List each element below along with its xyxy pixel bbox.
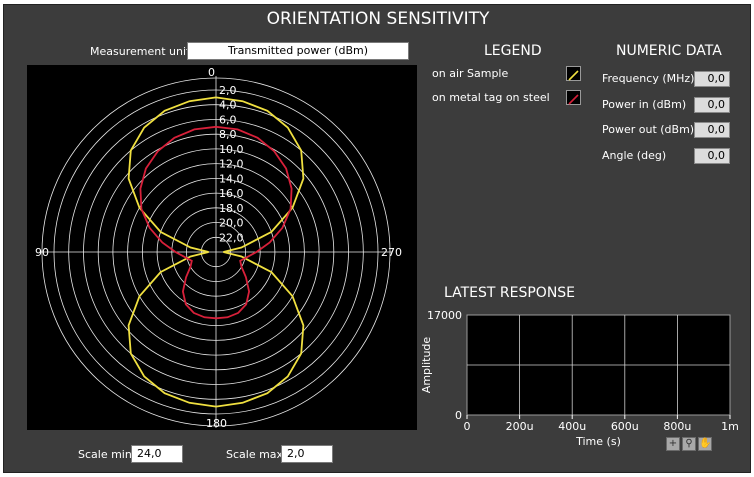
polar-chart: 2,0 4,0 6,08,0 10,0 12,014,0 16,0 18,0 20,022,0… [27, 65, 417, 430]
y-tick-label-top: 17000 [427, 309, 462, 322]
measurement-unit-field[interactable]: Transmitted power (dBm) [187, 42, 409, 60]
ring-label: 12,0 [219, 158, 244, 171]
angle-label-90: 90 [35, 246, 49, 259]
scale-max-input[interactable]: 2,0 [281, 445, 333, 463]
angle-label: Angle (deg) [602, 149, 667, 162]
response-chart: 0 200u 400u 600u 800u 1m 17000 0 Time (s) Amplitu… [420, 309, 739, 448]
ring-label: 6,0 [219, 114, 237, 127]
latest-response-title: LATEST RESPONSE [444, 285, 576, 301]
cursor-tool-icon[interactable]: + [666, 437, 680, 451]
ring-label: 8,0 [219, 128, 237, 141]
legend-label-metal: on metal tag on steel [432, 91, 550, 104]
x-tick-label: 200u [506, 420, 534, 433]
measurement-unit-label: Measurement unit [90, 45, 191, 58]
scale-min-label: Scale min [78, 448, 132, 461]
legend-swatch-air[interactable] [566, 66, 581, 81]
ring-label: 4,0 [219, 99, 237, 112]
frequency-value: 0,0 [694, 71, 730, 87]
ring-label: 20,0 [219, 217, 244, 230]
x-tick-label: 1m [721, 420, 739, 433]
power-out-value: 0,0 [694, 122, 730, 138]
power-out-label: Power out (dBm) [602, 123, 695, 136]
ring-label: 18,0 [219, 202, 244, 215]
x-tick-label: 600u [611, 420, 639, 433]
pan-hand-icon[interactable]: ✋ [698, 437, 712, 451]
legend-swatch-metal[interactable] [566, 90, 581, 105]
x-tick-label: 400u [558, 420, 586, 433]
power-in-label: Power in (dBm) [602, 98, 687, 111]
x-tick-label: 800u [663, 420, 691, 433]
zoom-tool-icon[interactable]: ⚲ [682, 437, 696, 451]
y-tick-label-bottom: 0 [455, 409, 462, 422]
angle-label-180: 180 [206, 417, 227, 430]
x-tick-label: 0 [464, 420, 471, 433]
legend-line-metal-icon [568, 94, 579, 105]
page-title: ORIENTATION SENSITIVITY [266, 9, 490, 29]
ring-label: 14,0 [219, 172, 244, 185]
power-in-value: 0,0 [694, 97, 730, 113]
ring-label: 22,0 [219, 231, 244, 244]
legend-label-air: on air Sample [432, 67, 509, 80]
numeric-data-title: NUMERIC DATA [616, 43, 722, 59]
frequency-label: Frequency (MHz) [602, 72, 695, 85]
legend-title: LEGEND [484, 43, 542, 59]
scale-max-label: Scale max [226, 448, 284, 461]
ring-label: 2,0 [219, 84, 237, 97]
angle-value: 0,0 [694, 148, 730, 164]
angle-label-270: 270 [381, 246, 402, 259]
x-axis-label: Time (s) [575, 435, 621, 448]
ring-label: 16,0 [219, 187, 244, 200]
angle-label-0: 0 [208, 66, 215, 79]
ring-label: 10,0 [219, 143, 244, 156]
y-axis-label: Amplitude [420, 337, 433, 394]
legend-line-air-icon [568, 70, 579, 81]
scale-min-input[interactable]: 24,0 [131, 445, 183, 463]
app-window: ORIENTATION SENSITIVITY Measurement unit… [3, 4, 751, 473]
